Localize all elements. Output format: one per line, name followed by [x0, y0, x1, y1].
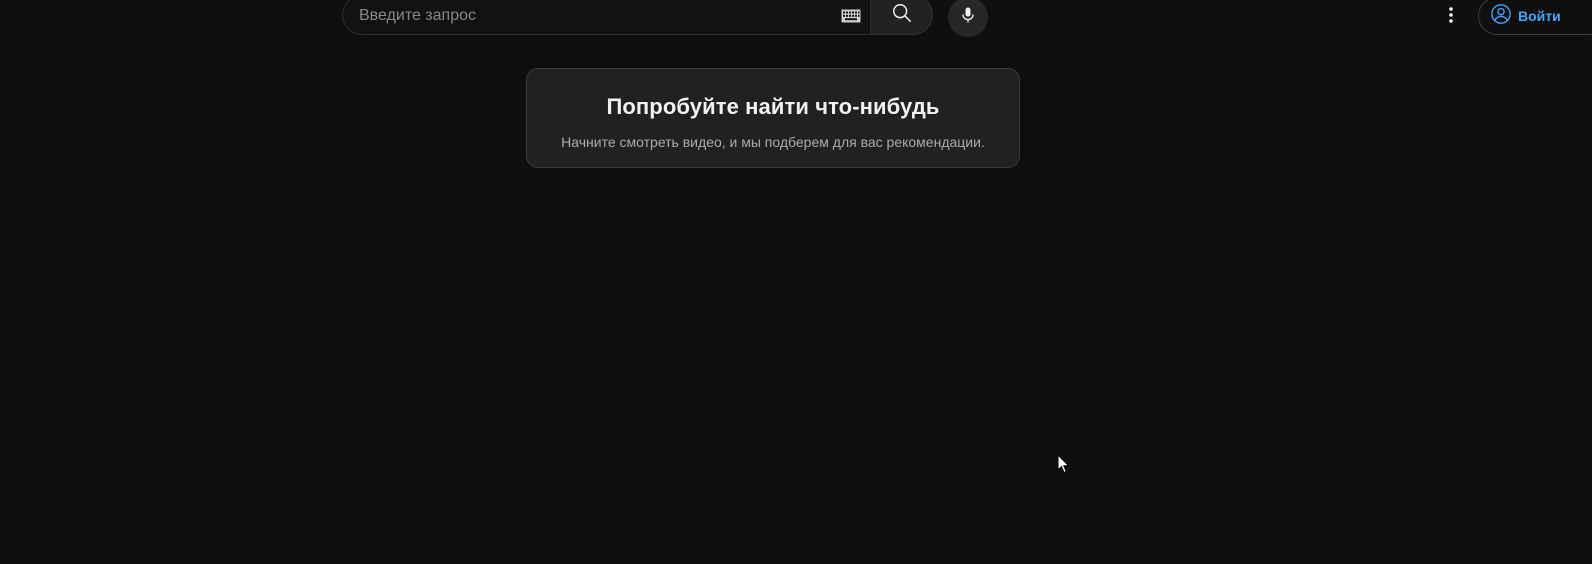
page: Войти Попробуйте найти что-нибудь Начнит… [0, 0, 1592, 564]
search-input[interactable] [359, 0, 819, 36]
microphone-icon [958, 4, 978, 31]
empty-state-title: Попробуйте найти что-нибудь [606, 94, 940, 119]
keyboard-icon[interactable] [841, 9, 861, 23]
search-icon [891, 2, 913, 29]
search-button[interactable] [870, 0, 933, 35]
more-options-button[interactable] [1436, 0, 1466, 34]
sign-in-button[interactable]: Войти [1478, 0, 1592, 35]
empty-state-card: Попробуйте найти что-нибудь Начните смот… [526, 68, 1020, 168]
sign-in-label: Войти [1518, 8, 1561, 24]
more-vertical-icon [1448, 6, 1454, 29]
empty-state-subtitle: Начните смотреть видео, и мы подберем дл… [561, 134, 985, 150]
mouse-cursor-icon [1057, 453, 1071, 474]
voice-search-button[interactable] [948, 0, 988, 37]
search-box [342, 0, 870, 36]
account-circle-icon [1490, 3, 1512, 30]
